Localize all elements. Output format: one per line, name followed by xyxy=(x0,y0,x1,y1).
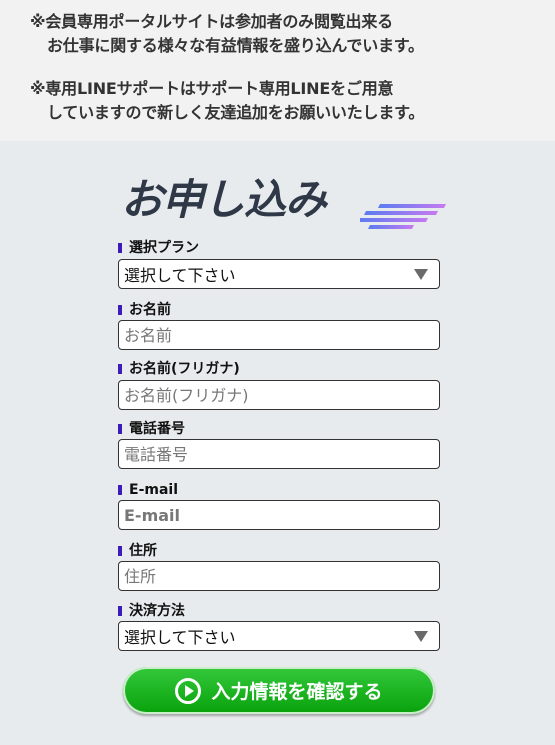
kana-input[interactable] xyxy=(118,380,440,410)
name-label: お名前 xyxy=(118,301,171,319)
email-label: E-mail xyxy=(118,481,178,499)
notice-line-1: ※会員専用ポータルサイトは参加者のみ閲覧出来る xyxy=(30,12,393,31)
plan-select[interactable]: 選択して下さい xyxy=(118,259,440,289)
form-title: お申し込み xyxy=(121,175,327,224)
phone-label: 電話番号 xyxy=(118,420,185,438)
address-input[interactable] xyxy=(118,561,440,591)
name-input[interactable] xyxy=(118,320,440,350)
notice-line-3: ※専用LINEサポートはサポート専用LINEをご用意 xyxy=(30,79,394,98)
chevron-down-icon xyxy=(414,268,428,280)
label-marker xyxy=(118,305,122,315)
phone-input[interactable] xyxy=(118,439,440,469)
label-marker xyxy=(118,364,122,374)
plan-select-value: 選択して下さい xyxy=(124,266,236,285)
speed-lines-icon xyxy=(360,204,446,229)
email-input[interactable] xyxy=(118,500,440,530)
label-marker xyxy=(118,485,122,495)
play-circle-icon xyxy=(175,677,202,704)
notice-line-4: していますので新しく友達追加をお願いいたします。 xyxy=(47,103,425,122)
kana-label: お名前(フリガナ) xyxy=(118,360,240,378)
address-label: 住所 xyxy=(118,542,157,560)
label-marker xyxy=(118,546,122,556)
notice-line-2: お仕事に関する様々な有益情報を盛り込んでいます。 xyxy=(47,36,424,55)
notice-section: ※会員専用ポータルサイトは参加者のみ閲覧出来る お仕事に関する様々な有益情報を盛… xyxy=(0,0,555,141)
label-marker xyxy=(118,606,122,616)
label-marker xyxy=(118,424,122,434)
confirm-button[interactable]: 入力情報を確認する xyxy=(123,667,435,714)
notice-portal: ※会員専用ポータルサイトは参加者のみ閲覧出来る お仕事に関する様々な有益情報を盛… xyxy=(30,10,424,58)
confirm-button-label: 入力情報を確認する xyxy=(211,681,383,703)
payment-label: 決済方法 xyxy=(118,602,185,620)
label-marker xyxy=(118,243,122,253)
payment-select-value: 選択して下さい xyxy=(124,628,236,647)
form-heading: お申し込み xyxy=(118,170,448,236)
payment-select[interactable]: 選択して下さい xyxy=(118,621,440,651)
plan-label: 選択プラン xyxy=(118,239,199,257)
chevron-down-icon xyxy=(414,630,428,642)
notice-line-support: ※専用LINEサポートはサポート専用LINEをご用意 していますので新しく友達追… xyxy=(30,77,424,125)
